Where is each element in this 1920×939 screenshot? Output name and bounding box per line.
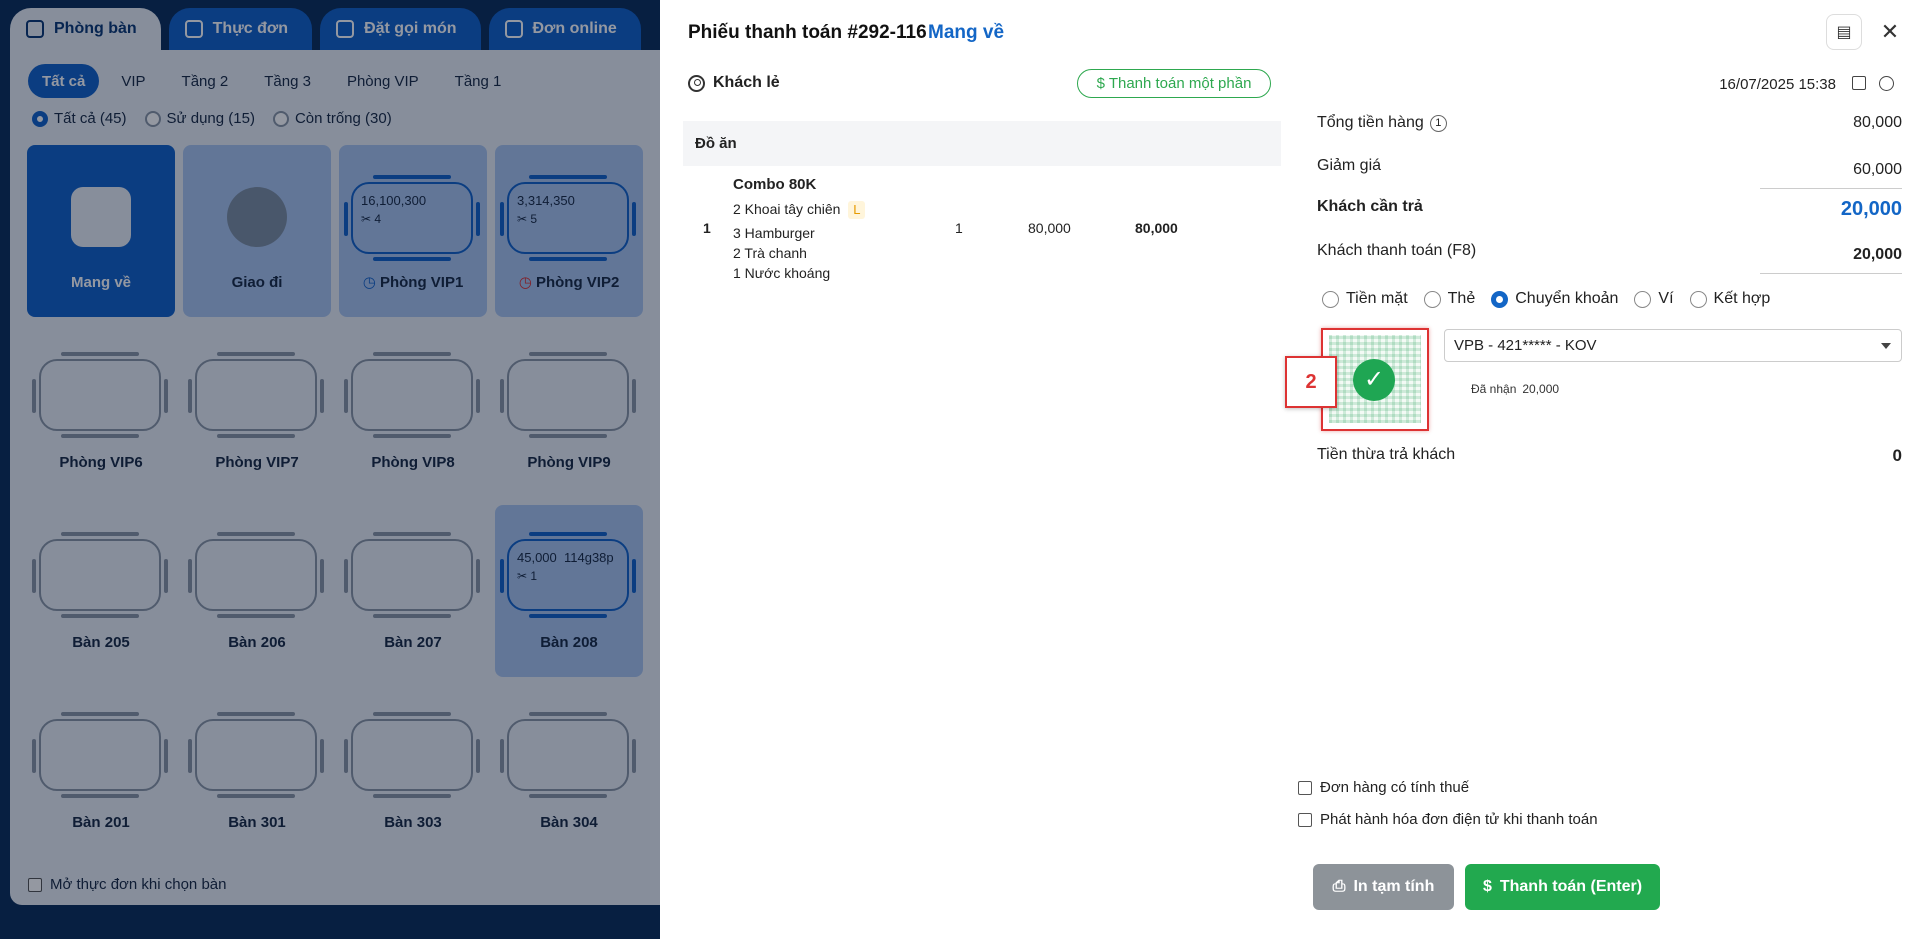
user-icon xyxy=(688,74,705,92)
modal-actions: ▤ ✕ xyxy=(1826,14,1902,50)
print-draft-button[interactable]: ⎙ In tạm tính xyxy=(1313,864,1454,910)
item-component: 2 Trà chanh xyxy=(733,245,807,261)
radio-icon xyxy=(1634,290,1652,308)
check-icon: ✓ xyxy=(1353,359,1395,401)
discount-input[interactable]: 60,000 xyxy=(1853,161,1902,179)
item-name: Combo 80K xyxy=(733,176,817,193)
radio-icon xyxy=(1322,290,1339,308)
item-badge: L xyxy=(848,201,866,219)
item-qty[interactable]: 1 xyxy=(955,220,963,236)
item-component: 1 Nước khoáng xyxy=(733,265,831,281)
method-cash[interactable]: Tiền mặt xyxy=(1322,290,1408,308)
item-index: 1 xyxy=(703,220,711,236)
bank-account-select[interactable]: VPB - 421***** - KOV xyxy=(1444,329,1902,362)
item-component: 2 Khoai tây chiên L xyxy=(733,201,866,219)
qr-code[interactable]: ✓ xyxy=(1321,328,1429,431)
payment-modal: Phiếu thanh toán #292-116 Mang về ▤ ✕ Kh… xyxy=(660,0,1920,939)
method-combined[interactable]: Kết hợp xyxy=(1689,290,1770,308)
checkbox-icon xyxy=(1298,812,1312,827)
order-mode: Mang về xyxy=(928,22,1005,43)
printer-icon: ⎙ xyxy=(1332,878,1346,895)
category-header: Đồ ăn xyxy=(683,121,1281,166)
radio-icon xyxy=(1689,290,1707,308)
close-icon[interactable]: ✕ xyxy=(1878,19,1902,45)
pay-button[interactable]: $ Thanh toán (Enter) xyxy=(1465,864,1660,910)
clock-icon[interactable] xyxy=(1879,76,1894,91)
radio-icon xyxy=(1423,290,1441,308)
due-value: 20,000 xyxy=(1840,198,1902,220)
subtotal-value: 80,000 xyxy=(1853,114,1902,131)
item-price: 80,000 xyxy=(1028,220,1071,236)
received-status: Đã nhận 20,000 xyxy=(1471,382,1560,396)
item-component: 3 Hamburger xyxy=(733,225,815,241)
radio-icon xyxy=(1491,290,1509,308)
chevron-down-icon xyxy=(1881,343,1891,349)
annotation-callout: 2 xyxy=(1285,356,1337,408)
receipt-icon[interactable]: ▤ xyxy=(1826,14,1862,50)
payment-methods: Tiền mặt Thẻ Chuyển khoản Ví Kết hợp xyxy=(1322,290,1770,308)
customer[interactable]: Khách lẻ xyxy=(688,74,780,92)
method-transfer[interactable]: Chuyển khoản xyxy=(1491,290,1618,308)
method-wallet[interactable]: Ví xyxy=(1634,290,1674,308)
partial-payment-button[interactable]: $ Thanh toán một phần xyxy=(1077,69,1271,98)
change-value: 0 xyxy=(1892,446,1902,465)
item-count-badge: 1 xyxy=(1429,115,1447,132)
calendar-icon[interactable] xyxy=(1852,76,1866,90)
modal-title: Phiếu thanh toán #292-116 xyxy=(688,22,927,43)
einvoice-checkbox[interactable]: Phát hành hóa đơn điện tử khi thanh toán xyxy=(1298,811,1598,828)
paid-input[interactable]: 20,000 xyxy=(1853,246,1902,264)
order-datetime[interactable]: 16/07/2025 15:38 xyxy=(1719,76,1836,93)
item-total: 80,000 xyxy=(1135,220,1178,236)
checkbox-icon xyxy=(1298,780,1312,795)
dollar-icon: $ xyxy=(1482,878,1492,895)
tax-checkbox[interactable]: Đơn hàng có tính thuế xyxy=(1298,779,1469,796)
method-card[interactable]: Thẻ xyxy=(1423,290,1475,308)
